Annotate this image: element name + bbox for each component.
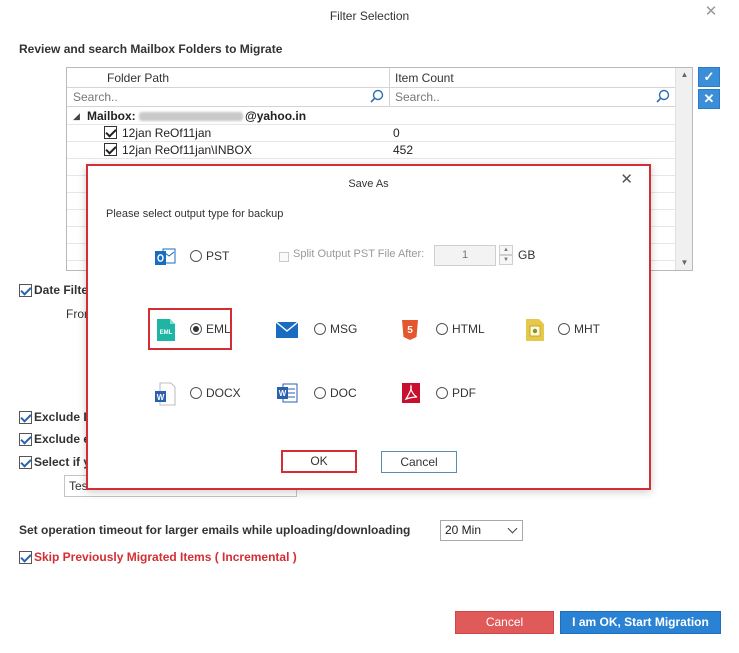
- dialog-cancel-button[interactable]: Cancel: [381, 451, 457, 473]
- timeout-label: Set operation timeout for larger emails …: [19, 523, 411, 537]
- option-eml[interactable]: EML: [190, 319, 231, 339]
- msg-radio[interactable]: [314, 323, 326, 335]
- grid-search-row: [67, 88, 676, 107]
- mailbox-row[interactable]: ◢ Mailbox: @yahoo.in: [67, 108, 676, 125]
- dialog-title: Save As: [348, 178, 389, 190]
- stepper-up-icon[interactable]: ▲: [499, 245, 513, 255]
- search-icon[interactable]: [655, 89, 671, 105]
- html-label: HTML: [452, 322, 485, 336]
- cancel-button[interactable]: Cancel: [455, 611, 554, 634]
- exclude-deleted-checkbox[interactable]: [19, 411, 32, 424]
- svg-text:5: 5: [407, 325, 413, 336]
- stepper-down-icon[interactable]: ▼: [499, 255, 513, 265]
- svg-text:EML: EML: [160, 330, 173, 336]
- folder-count: 452: [393, 143, 414, 157]
- folder-checkbox[interactable]: [104, 126, 117, 139]
- col-item-count[interactable]: Item Count: [389, 68, 454, 88]
- mht-file-icon: [526, 319, 544, 341]
- split-size-input[interactable]: 1: [434, 245, 496, 266]
- expand-icon[interactable]: ◢: [73, 108, 80, 124]
- grid-scrollbar[interactable]: ▲ ▼: [675, 68, 692, 270]
- date-filter-checkbox[interactable]: [19, 284, 32, 297]
- doc-radio[interactable]: [314, 387, 326, 399]
- option-docx[interactable]: DOCX: [190, 383, 250, 403]
- mht-label: MHT: [574, 322, 600, 336]
- msg-envelope-icon: [276, 322, 298, 338]
- review-section-title: Review and search Mailbox Folders to Mig…: [19, 42, 283, 56]
- eml-radio[interactable]: [190, 323, 202, 335]
- timeout-select[interactable]: 20 Min: [440, 520, 523, 541]
- chevron-down-icon: [507, 523, 518, 534]
- dialog-close-icon[interactable]: ✕: [620, 170, 633, 188]
- doc-label: DOC: [330, 386, 357, 400]
- svg-text:W: W: [157, 393, 165, 402]
- start-migration-button[interactable]: I am OK, Start Migration: [560, 611, 721, 634]
- window-title: Filter Selection: [329, 9, 410, 23]
- docx-radio[interactable]: [190, 387, 202, 399]
- col-folder-path[interactable]: Folder Path: [101, 68, 169, 88]
- split-unit-label: GB: [518, 248, 536, 262]
- pdf-label: PDF: [452, 386, 476, 400]
- save-as-dialog: Save As ✕ Please select output type for …: [86, 164, 651, 490]
- window-close-icon[interactable]: ✕: [703, 4, 719, 20]
- doc-word-icon: W: [277, 383, 298, 403]
- split-pst-label: Split Output PST File After:: [293, 248, 425, 260]
- date-filter-label: Date Filter: [34, 283, 93, 297]
- redacted-email: [139, 112, 243, 121]
- pdf-radio[interactable]: [436, 387, 448, 399]
- folder-checkbox[interactable]: [104, 143, 117, 156]
- outlook-pst-icon: [155, 248, 176, 265]
- pst-radio[interactable]: [190, 250, 202, 262]
- mailbox-domain: @yahoo.in: [245, 109, 307, 123]
- exclude-empty-checkbox[interactable]: [19, 433, 32, 446]
- folder-row[interactable]: 12jan ReOf11jan\INBOX 452: [67, 142, 676, 159]
- option-pdf[interactable]: PDF: [436, 383, 486, 403]
- skip-migrated-checkbox[interactable]: [19, 551, 32, 564]
- option-msg[interactable]: MSG: [314, 319, 364, 339]
- svg-text:W: W: [279, 389, 287, 398]
- mailbox-label: Mailbox:: [87, 109, 136, 123]
- split-pst-checkbox[interactable]: [279, 252, 289, 262]
- exclude-deleted-label: Exclude D: [34, 410, 93, 424]
- msg-label: MSG: [330, 322, 358, 336]
- option-html[interactable]: HTML: [436, 319, 496, 339]
- count-search-input[interactable]: [391, 88, 651, 106]
- grid-header: Folder Path Item Count: [67, 68, 676, 88]
- deselect-all-button[interactable]: ✕: [698, 89, 720, 109]
- column-divider: [389, 88, 390, 106]
- scroll-down-icon[interactable]: ▼: [676, 256, 692, 270]
- option-mht[interactable]: MHT: [558, 319, 608, 339]
- docx-file-icon: W: [155, 382, 176, 406]
- select-all-button[interactable]: ✓: [698, 67, 720, 87]
- option-pst[interactable]: PST: [190, 246, 250, 266]
- html-radio[interactable]: [436, 323, 448, 335]
- search-icon[interactable]: [369, 89, 385, 105]
- eml-label: EML: [206, 322, 231, 336]
- folder-count: 0: [393, 126, 400, 140]
- docx-label: DOCX: [206, 386, 241, 400]
- folder-name: 12jan ReOf11jan: [122, 126, 212, 140]
- eml-file-icon: EML: [157, 319, 175, 341]
- pst-label: PST: [206, 249, 230, 263]
- ok-button[interactable]: OK: [281, 450, 357, 473]
- timeout-value: 20 Min: [445, 523, 482, 537]
- pdf-icon: [402, 383, 420, 403]
- mht-radio[interactable]: [558, 323, 570, 335]
- split-size-stepper[interactable]: ▲ ▼: [499, 245, 513, 266]
- html5-icon: 5: [402, 320, 418, 340]
- folder-name: 12jan ReOf11jan\INBOX: [122, 143, 252, 157]
- select-if-checkbox[interactable]: [19, 456, 32, 469]
- folder-search-input[interactable]: [69, 88, 365, 106]
- dialog-prompt: Please select output type for backup: [106, 208, 284, 220]
- scroll-up-icon[interactable]: ▲: [676, 68, 692, 82]
- option-doc[interactable]: DOC: [314, 383, 364, 403]
- folder-row[interactable]: 12jan ReOf11jan 0: [67, 125, 676, 142]
- skip-migrated-label: Skip Previously Migrated Items ( Increme…: [34, 550, 297, 564]
